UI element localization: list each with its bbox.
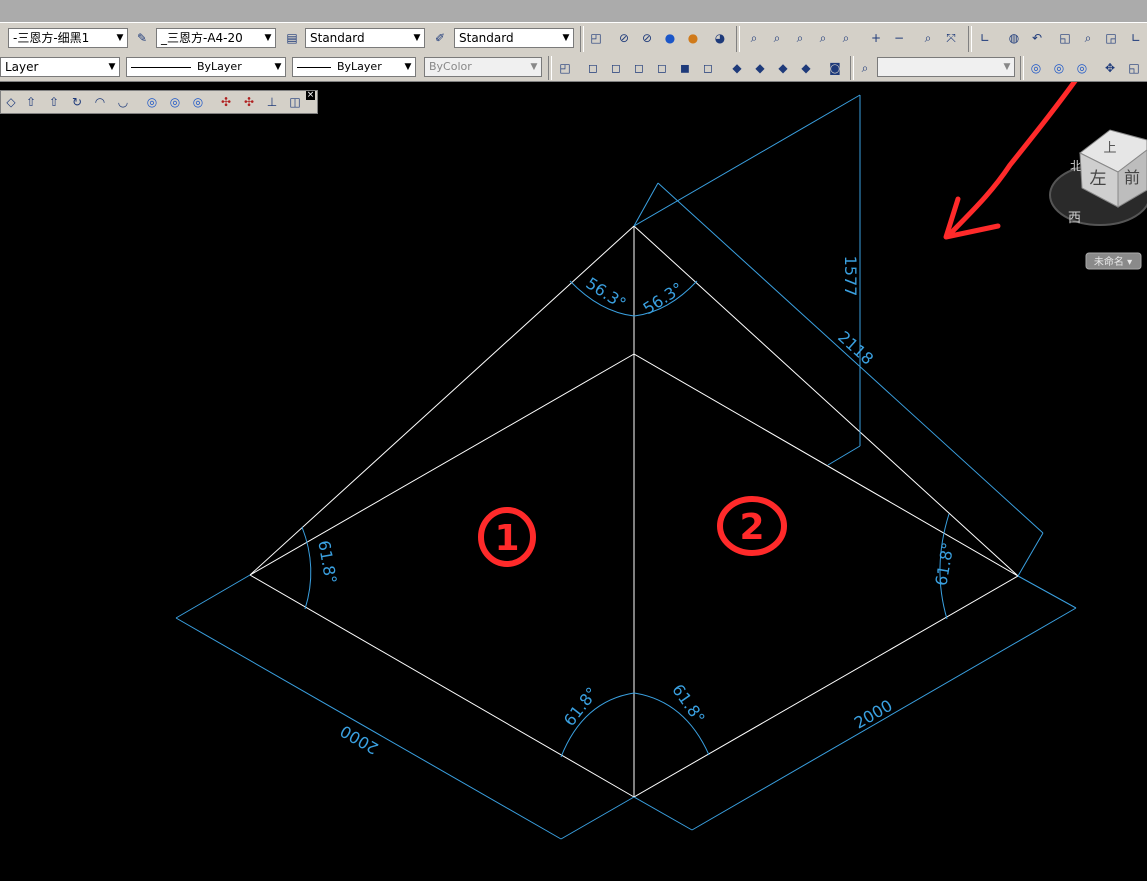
cube-label-front[interactable]: 前 — [1124, 168, 1140, 187]
hide-icon[interactable]: ⊘ — [614, 28, 634, 48]
table-style-combo[interactable]: Standard ▼ — [305, 28, 425, 48]
zoom-center-icon[interactable]: ⌕ — [813, 28, 833, 48]
named-view-combo[interactable]: ▼ — [877, 57, 1015, 77]
extrude-icon[interactable]: ⇧ — [21, 92, 41, 112]
zoom-dynamic-icon[interactable]: ⌕ — [767, 28, 787, 48]
zoom-out-icon[interactable]: − — [889, 28, 909, 48]
separator — [736, 26, 740, 52]
chevron-down-icon[interactable]: ▼ — [105, 58, 119, 76]
styles-toolbar: -三恩方-细黑1 ▼ ✎ _三恩方-A4-20 ▼ ▤ Standard ▼ ✐ St… — [0, 22, 1147, 55]
chevron-down-icon[interactable]: ▼ — [261, 29, 275, 47]
chevron-down-icon[interactable]: ▼ — [271, 58, 285, 76]
back-view-icon[interactable]: ◻ — [698, 58, 718, 78]
plot-style-combo[interactable]: ByColor ▼ — [424, 57, 542, 77]
orbit-icon[interactable]: ◎ — [1026, 58, 1046, 78]
cube-label-left[interactable]: 左 — [1090, 169, 1107, 189]
sweep-icon[interactable]: ↻ — [67, 92, 87, 112]
se-iso-icon[interactable]: ◆ — [750, 58, 770, 78]
separator — [580, 26, 584, 52]
chevron-down-icon[interactable]: ▼ — [527, 58, 541, 76]
text-style-icon[interactable]: ✎ — [132, 28, 152, 48]
right-view-icon[interactable]: ◻ — [652, 58, 672, 78]
height-label: 1577 — [841, 256, 860, 297]
presspull-icon[interactable]: ⇧ — [44, 92, 64, 112]
continuous-orbit-icon[interactable]: ◎ — [1072, 58, 1092, 78]
shade-icon[interactable]: ⊘ — [637, 28, 657, 48]
drawing-canvas[interactable]: 56.3° 56.3° 1577 2118 61.8° 61.8° 61.8° … — [0, 82, 1147, 881]
label-1: 1 — [494, 518, 519, 559]
sw-iso-icon[interactable]: ◆ — [727, 58, 747, 78]
zoom-all-icon[interactable]: ⌕ — [918, 28, 938, 48]
line-sample — [131, 66, 191, 68]
subtract-icon[interactable]: ◎ — [165, 92, 185, 112]
union-icon[interactable]: ◎ — [142, 92, 162, 112]
zoom-extents-icon[interactable]: ⤧ — [941, 28, 961, 48]
linetype-combo[interactable]: ByLayer ▼ — [126, 57, 286, 77]
ucs-object-icon[interactable]: ⌕ — [1078, 28, 1098, 48]
render-settings-icon[interactable]: ◕ — [710, 28, 730, 48]
nw-iso-icon[interactable]: ◆ — [796, 58, 816, 78]
render-sphere-icon[interactable]: ● — [660, 28, 680, 48]
chevron-down-icon[interactable]: ▼ — [1000, 58, 1014, 76]
multileader-style-combo[interactable]: Standard ▼ — [454, 28, 574, 48]
compass-west[interactable]: 西 — [1068, 211, 1081, 226]
ucs-face-icon[interactable]: ◱ — [1055, 28, 1075, 48]
dim-style-combo[interactable]: _三恩方-A4-20 ▼ — [156, 28, 276, 48]
chevron-down-icon[interactable]: ▼ — [559, 29, 573, 47]
front-view-icon[interactable]: ◼ — [675, 58, 695, 78]
materials-icon[interactable]: ● — [683, 28, 703, 48]
layer-combo[interactable]: Layer ▼ — [0, 57, 120, 77]
separator — [548, 56, 552, 80]
revolve-icon[interactable]: ◠ — [90, 92, 110, 112]
ucs-menu-label[interactable]: 未命名 ▾ — [1094, 255, 1132, 268]
text-style-combo[interactable]: -三恩方-细黑1 ▼ — [8, 28, 128, 48]
3d-align-icon[interactable]: ⊥ — [262, 92, 282, 112]
zoom-window-icon[interactable]: ⌕ — [744, 28, 764, 48]
chevron-down-icon[interactable]: ▼ — [410, 29, 424, 47]
ucs-icon[interactable]: ∟ — [975, 28, 995, 48]
3d-move-icon[interactable]: ✣ — [216, 92, 236, 112]
lineweight-combo[interactable]: ByLayer ▼ — [292, 57, 416, 77]
separator — [850, 56, 854, 80]
zoom-object-icon[interactable]: ⌕ — [836, 28, 856, 48]
walk-icon[interactable]: ◱ — [1124, 58, 1144, 78]
properties-toolbar: Layer ▼ ByLayer ▼ ByLayer ▼ ByColor ▼ ◰ ◻ ◻ … — [0, 54, 1147, 82]
render-region-icon[interactable]: ◰ — [586, 28, 606, 48]
zoom-scale-icon[interactable]: ⌕ — [790, 28, 810, 48]
table-style-icon[interactable]: ▤ — [282, 28, 302, 48]
zoom-in-icon[interactable]: + — [866, 28, 886, 48]
intersect-icon[interactable]: ◎ — [188, 92, 208, 112]
free-orbit-icon[interactable]: ◎ — [1049, 58, 1069, 78]
3d-rotate-icon[interactable]: ✣ — [239, 92, 259, 112]
modeling-toolbar: ◇ ⇧ ⇧ ↻ ◠ ◡ ◎ ◎ ◎ ✣ ✣ ⊥ ◫ — [0, 90, 318, 114]
chevron-down-icon[interactable]: ▼ — [401, 58, 415, 76]
separator — [1020, 56, 1024, 80]
3d-array-icon[interactable]: ◫ — [285, 92, 305, 112]
separator — [968, 26, 972, 52]
ucs-world-icon[interactable]: ◍ — [1004, 28, 1024, 48]
chevron-down-icon[interactable]: ▼ — [113, 29, 127, 47]
pan-icon[interactable]: ✥ — [1100, 58, 1120, 78]
ucs-previous-icon[interactable]: ↶ — [1027, 28, 1047, 48]
top-view-icon[interactable]: ◻ — [583, 58, 603, 78]
named-views-icon[interactable]: ⌕ — [855, 58, 875, 78]
left-view-icon[interactable]: ◻ — [629, 58, 649, 78]
loft-icon[interactable]: ◡ — [113, 92, 133, 112]
bottom-view-icon[interactable]: ◻ — [606, 58, 626, 78]
ne-iso-icon[interactable]: ◆ — [773, 58, 793, 78]
line-sample — [297, 66, 331, 68]
title-strip — [0, 0, 1147, 22]
cube-label-top[interactable]: 上 — [1103, 141, 1116, 156]
ucs-origin-icon[interactable]: ∟ — [1126, 28, 1146, 48]
ucs-view-icon[interactable]: ◲ — [1101, 28, 1121, 48]
view-manager-icon[interactable]: ◰ — [555, 58, 575, 78]
multileader-style-icon[interactable]: ✐ — [430, 28, 450, 48]
label-2: 2 — [739, 507, 764, 548]
close-icon[interactable]: × — [306, 91, 315, 100]
camera-icon[interactable]: ◙ — [825, 58, 845, 78]
polysolid-icon[interactable]: ◇ — [1, 92, 21, 112]
